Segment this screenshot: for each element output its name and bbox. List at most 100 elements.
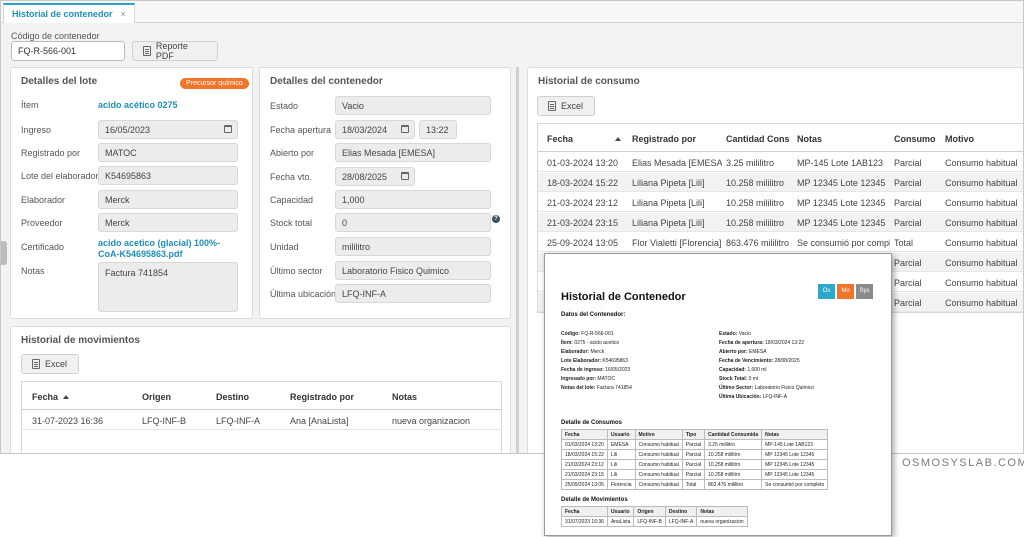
report-cell: Se consumió por completo (761, 479, 829, 490)
side-panel-handle[interactable] (1, 241, 7, 265)
report-cell: 31/07/2023 16:36 (561, 516, 608, 527)
calendar-icon[interactable] (224, 125, 232, 133)
tab-historial-contenedor[interactable]: Historial de contenedor × (3, 3, 135, 23)
estado-field: Vacio (335, 96, 491, 115)
report-consumos-title: Detalle de Consumos (561, 420, 623, 426)
report-pdf-label: Reporte PDF (155, 41, 188, 61)
report-row: 01/03/2024 13:20 EMESA Consumo habitual Par… (561, 439, 829, 450)
vto-value: 28/08/2025 (342, 171, 388, 182)
report-row: 18/03/2024 15:22 Lili Consumo habitual Parc… (561, 449, 829, 460)
code-input[interactable]: FQ-R-566-001 (11, 41, 125, 61)
apertura-date-field[interactable]: 18/03/2024 (335, 120, 415, 139)
vto-label: Fecha vto. (270, 172, 313, 182)
report-field: Fecha de Vencimiento: 28/08/2025 (719, 358, 800, 364)
report-field: Lote Elaborador: K54695863 (561, 358, 628, 364)
table-cell: Consumo habitual (945, 178, 1018, 188)
table-cell: Parcial (894, 158, 922, 168)
col-cantidad[interactable]: Cantidad Cons (726, 134, 790, 144)
col-notas[interactable]: Notas (797, 134, 822, 144)
table-row[interactable]: 31-07-2023 16:36 LFQ-INF-B LFQ-INF-A Ana… (22, 411, 501, 430)
notas-field[interactable]: Factura 741854 (98, 262, 238, 312)
report-pdf-button[interactable]: Reporte PDF (132, 41, 218, 61)
col-origen[interactable]: Origen (142, 392, 171, 402)
vto-field[interactable]: 28/08/2025 (335, 167, 415, 186)
report-cell: 18/03/2024 15:22 (561, 449, 608, 460)
report-cell: 25/09/2024 13:05 (561, 479, 608, 490)
report-field: Ítem: 0275 - acido acetico (561, 340, 620, 346)
report-cell: Lili (606, 469, 636, 480)
col-fecha[interactable]: Fecha (547, 134, 622, 144)
ingreso-field[interactable]: 16/05/2023 (98, 120, 238, 139)
sort-asc-icon (63, 395, 70, 399)
table-row[interactable]: 21-03-2024 23:12 Liliana Pipeta [Lili] 10.… (538, 193, 1023, 212)
table-cell: Parcial (894, 278, 922, 288)
movimientos-excel-button[interactable]: Excel (21, 354, 79, 374)
report-cell: Consumo habitual (634, 459, 683, 470)
table-cell: 863.476 mililitro (726, 238, 790, 248)
calendar-icon[interactable] (401, 172, 409, 180)
report-cell: LFQ-INF-A (664, 516, 698, 527)
certificado-link[interactable]: acido acetico (glacial) 100%- CoA-K54695… (98, 238, 243, 260)
proveedor-field: Merck (98, 213, 238, 232)
report-cell: LFQ-INF-B (633, 516, 666, 527)
close-icon[interactable]: × (121, 9, 126, 19)
report-header-cell: Usuario (606, 506, 635, 517)
abierto-label: Abierto por (270, 148, 315, 158)
report-cell: MP 12345 Lote 12345 (761, 459, 829, 470)
movimientos-card: Historial de movimientos Excel Fecha Ori… (10, 326, 511, 453)
calendar-icon[interactable] (401, 125, 409, 133)
report-cell: 863.476 mililitro (704, 479, 763, 490)
report-preview: Historial de Contenedor Os Mo Sys Datos … (544, 253, 892, 536)
table-row[interactable]: 25-09-2024 13:05 Flor Vialetti [Florencia… (538, 233, 1023, 252)
report-header-cell: Motivo (634, 429, 683, 440)
consumo-excel-button[interactable]: Excel (537, 96, 595, 116)
report-header-cell: Origen (633, 506, 666, 517)
code-label: Código de contenedor (11, 31, 100, 41)
report-consumos-table: Fecha Usuario Motivo Tipo Cantidad Consumida… (561, 429, 829, 490)
panel-splitter[interactable] (516, 67, 519, 453)
help-icon[interactable]: ? (492, 215, 500, 223)
logo-os: Os (818, 284, 835, 299)
report-header-cell: Destino (664, 506, 698, 517)
col-notas[interactable]: Notas (392, 392, 417, 402)
col-consumo[interactable]: Consumo (894, 134, 936, 144)
col-motivo[interactable]: Motivo (945, 134, 974, 144)
apertura-time-field[interactable]: 13:22 (419, 120, 457, 139)
report-row: 25/09/2024 13:05 Florencia Consumo habitua… (561, 479, 829, 490)
report-field: Capacidad: 1,000 ml (719, 367, 767, 373)
table-cell: 01-03-2024 13:20 (547, 158, 619, 168)
table-cell: MP 12345 Lote 12345 (797, 198, 886, 208)
table-cell: Parcial (894, 218, 922, 228)
apertura-label: Fecha apertura (270, 125, 332, 135)
report-cell: Parcial (681, 459, 706, 470)
table-cell: 21-03-2024 23:15 (547, 218, 619, 228)
capacidad-label: Capacidad (270, 195, 314, 205)
ubicacion-label: Última ubicación (270, 289, 337, 299)
col-registrado[interactable]: Registrado por (290, 392, 354, 402)
report-cell: EMESA (606, 439, 636, 450)
report-title: Historial de Contenedor (561, 291, 686, 303)
report-cell: MP 12345 Lote 12345 (761, 469, 829, 480)
watermark: OSMOSYSLAB.COM (902, 457, 1024, 469)
sort-asc-icon (615, 137, 622, 141)
col-destino[interactable]: Destino (216, 392, 249, 402)
report-row: 21/03/2024 23:12 Lili Consumo habitual Parc… (561, 459, 829, 470)
col-fecha[interactable]: Fecha (32, 392, 70, 402)
table-cell: Consumo habitual (945, 278, 1018, 288)
report-cell: 10.258 mililitro (704, 469, 763, 480)
table-row[interactable]: 01-03-2024 13:20 Elias Mesada [EMESA] 3.25… (538, 153, 1023, 172)
table-cell: Elias Mesada [EMESA] (632, 158, 722, 168)
item-link[interactable]: acido acético 0275 (98, 100, 178, 111)
elaborador-label: Elaborador (21, 195, 66, 205)
stock-field: 0 (335, 213, 491, 232)
report-header-cell: Notas (761, 429, 829, 440)
proveedor-label: Proveedor (21, 218, 63, 228)
movimientos-title: Historial de movimientos (21, 335, 140, 346)
report-cell: Lili (606, 459, 636, 470)
table-row[interactable]: 21-03-2024 23:15 Liliana Pipeta [Lili] 10.… (538, 213, 1023, 232)
col-registrado[interactable]: Registrado por (632, 134, 696, 144)
registrado-field: MATOC (98, 143, 238, 162)
table-cell: 21-03-2024 23:12 (547, 198, 619, 208)
table-row[interactable]: 18-03-2024 15:22 Liliana Pipeta [Lili] 10.… (538, 173, 1023, 192)
table-cell: 10.258 mililitro (726, 218, 785, 228)
